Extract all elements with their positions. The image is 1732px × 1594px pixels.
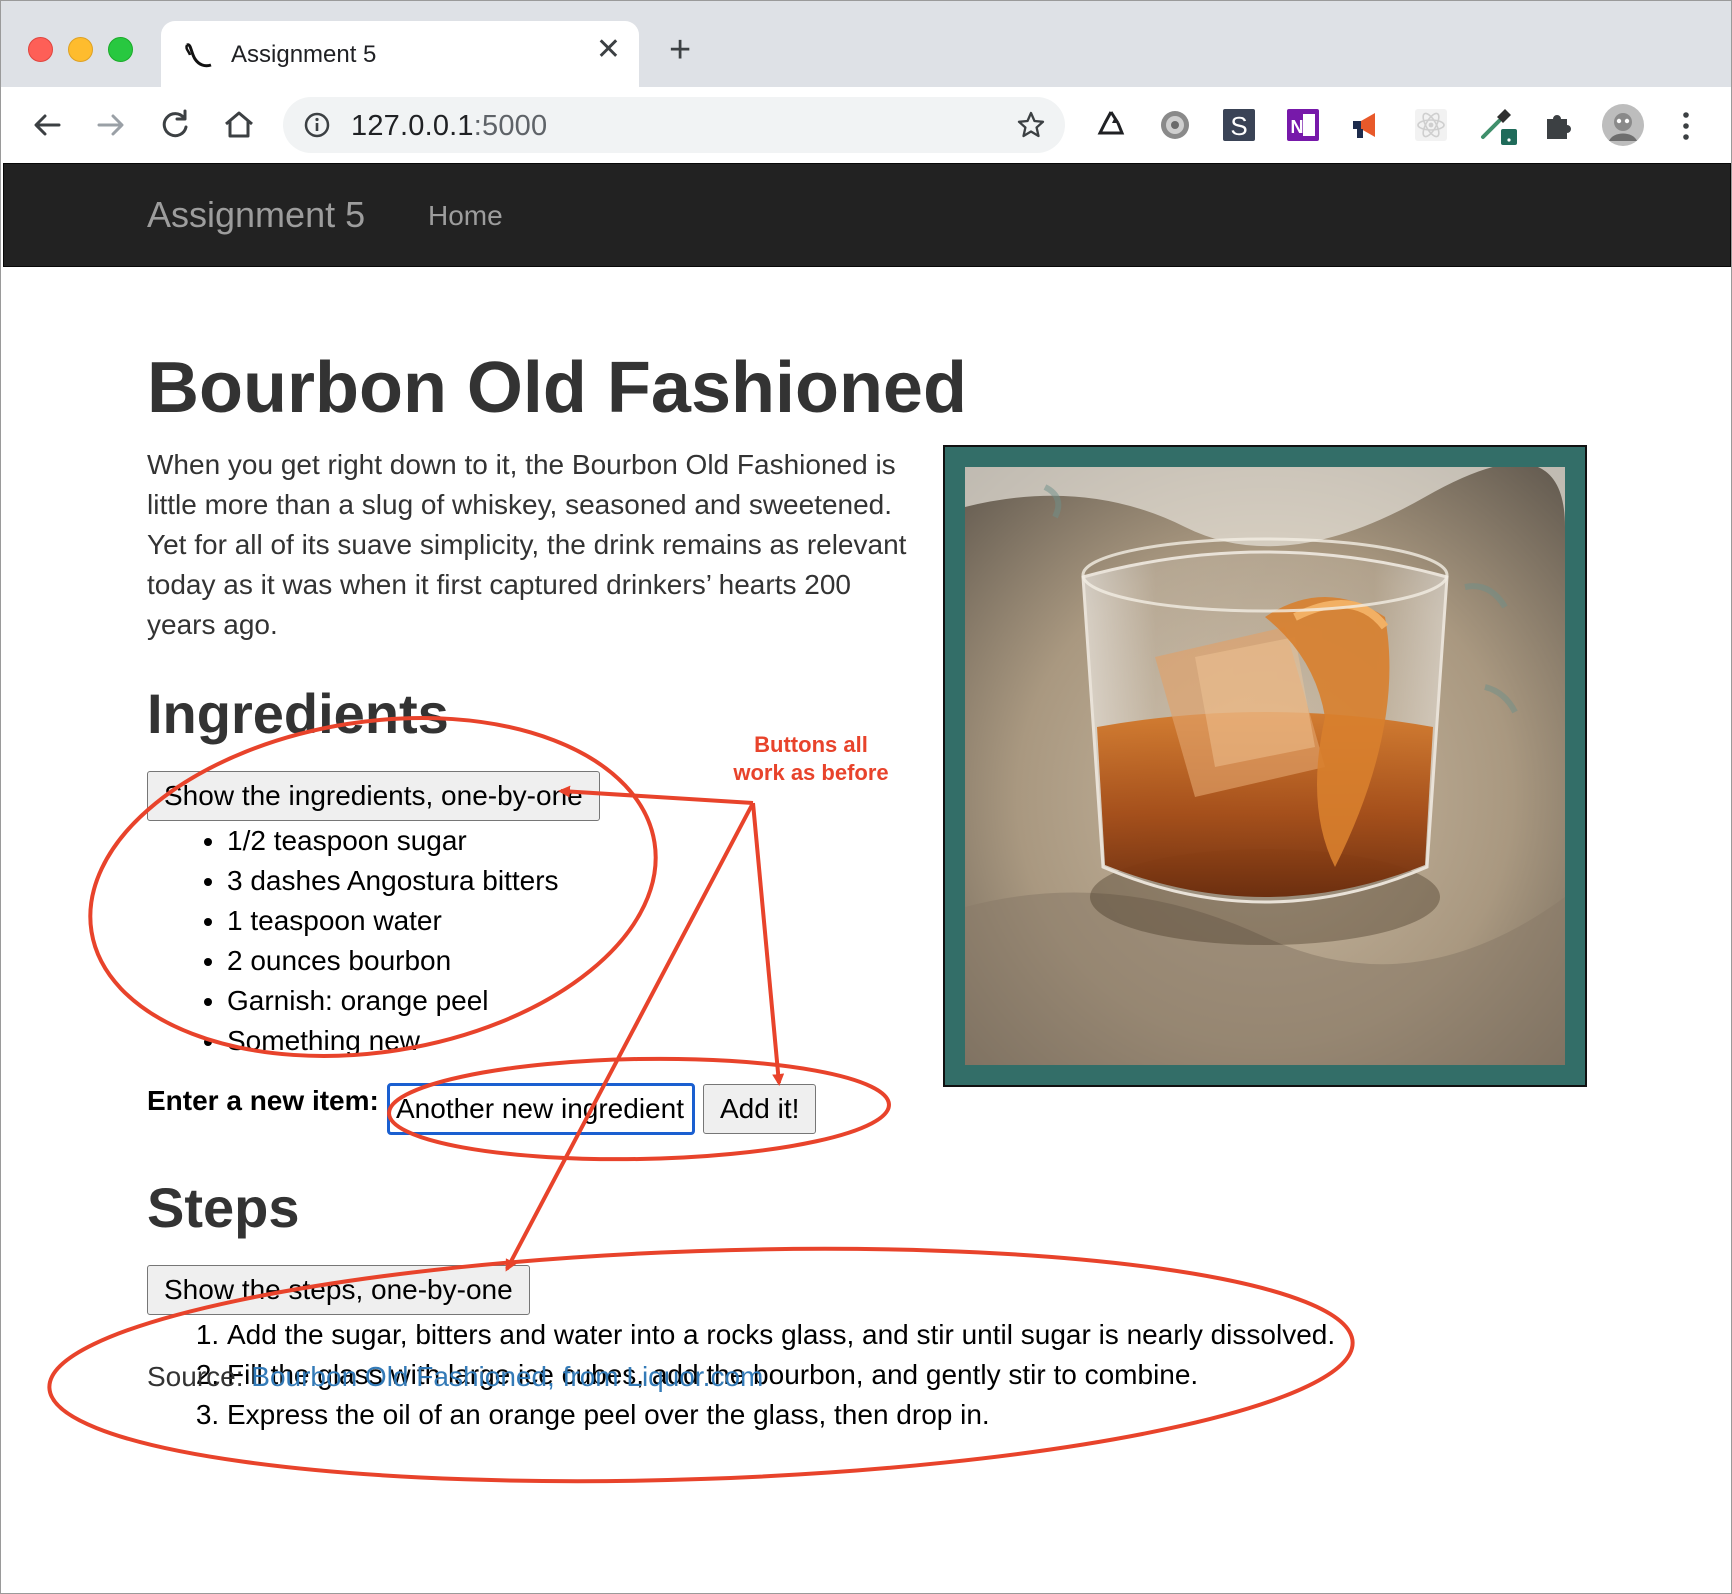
flask-favicon-icon [185,43,212,68]
url-text: 127.0.0.1:5000 [351,110,548,142]
gear-extension-icon[interactable] [1155,105,1195,145]
ingredients-list: 1/2 teaspoon sugar 3 dashes Angostura bi… [227,821,559,1061]
source-line: Source: Bourbon Old Fashioned, from Liqu… [147,1361,763,1393]
old-fashioned-photo [965,467,1565,1065]
puzzle-extensions-icon[interactable] [1539,105,1579,145]
zoom-window-button[interactable] [108,37,133,62]
list-item: Add the sugar, bitters and water into a … [227,1315,1335,1355]
svg-text:S: S [1230,111,1247,141]
nav-home-link[interactable]: Home [428,200,503,232]
react-devtools-icon[interactable] [1411,105,1451,145]
list-item: 3 dashes Angostura bitters [227,861,559,901]
list-item: Something new [227,1021,559,1061]
list-item: Express the oil of an orange peel over t… [227,1395,1335,1435]
new-item-label: Enter a new item: [147,1085,379,1116]
onenote-extension-icon[interactable]: N [1283,105,1323,145]
address-bar[interactable]: 127.0.0.1:5000 [283,97,1065,153]
show-steps-button[interactable]: Show the steps, one-by-one [147,1265,530,1315]
show-ingredients-button[interactable]: Show the ingredients, one-by-one [147,771,600,821]
s-extension-icon[interactable]: S [1219,105,1259,145]
list-item: 1 teaspoon water [227,901,559,941]
site-navbar: Assignment 5 Home [3,163,1731,267]
megaphone-extension-icon[interactable] [1347,105,1387,145]
source-label: Source: [147,1361,244,1392]
intro-paragraph: When you get right down to it, the Bourb… [147,449,907,640]
browser-toolbar: 127.0.0.1:5000 S N [1,87,1731,163]
drink-photo-frame [943,445,1587,1087]
reload-icon[interactable] [153,103,197,147]
browser-window: Assignment 5 ✕ + 127.0.0.1:5000 S N Assi… [0,0,1732,1594]
close-window-button[interactable] [28,37,53,62]
profile-avatar[interactable] [1601,103,1645,147]
eyedropper-extension-icon[interactable] [1475,103,1519,147]
back-arrow-icon[interactable] [25,103,69,147]
kebab-menu-icon[interactable] [1676,109,1696,143]
new-item-input[interactable] [387,1083,695,1135]
new-tab-icon[interactable]: + [669,31,691,69]
minimize-window-button[interactable] [68,37,93,62]
forward-arrow-icon[interactable] [89,103,133,147]
ingredients-heading: Ingredients [147,682,449,745]
tab-close-icon[interactable]: ✕ [596,35,621,65]
svg-text:N: N [1291,117,1304,137]
list-item: Garnish: orange peel [227,981,559,1021]
list-item: 1/2 teaspoon sugar [227,821,559,861]
add-item-button[interactable]: Add it! [703,1084,817,1134]
navbar-brand[interactable]: Assignment 5 [147,194,365,236]
source-link[interactable]: Bourbon Old Fashioned, from Liquor.com [251,1361,763,1392]
page-title: Bourbon Old Fashioned [147,348,967,428]
list-item: 2 ounces bourbon [227,941,559,981]
home-icon[interactable] [217,103,261,147]
site-info-icon[interactable] [303,111,331,139]
steps-heading: Steps [147,1176,300,1239]
tab-active[interactable]: Assignment 5 ✕ [161,21,639,89]
page-content: Bourbon Old Fashioned When you get right… [1,267,1731,1593]
bookmark-star-icon[interactable] [1015,109,1047,141]
recycle-extension-icon[interactable] [1091,105,1131,145]
tab-strip: Assignment 5 ✕ + [1,1,1731,89]
tab-title: Assignment 5 [231,41,377,68]
